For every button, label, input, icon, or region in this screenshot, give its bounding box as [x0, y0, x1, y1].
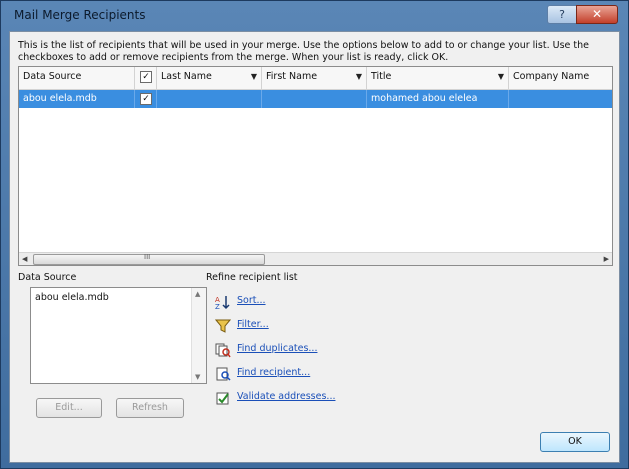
data-source-list[interactable]: abou elela.mdb ▲ ▼: [30, 287, 207, 384]
select-all-checkbox[interactable]: ✓: [140, 70, 152, 83]
refine-recipient-list-label: Refine recipient list: [206, 272, 298, 283]
cell-data-source: abou elela.mdb: [19, 90, 135, 108]
column-label-first-name: First Name: [266, 71, 318, 82]
cell-title: mohamed abou elelea: [367, 90, 509, 108]
scroll-right-icon[interactable]: ▶: [604, 253, 609, 265]
scroll-thumb[interactable]: III: [33, 253, 265, 265]
svg-text:Z: Z: [215, 303, 220, 310]
close-button[interactable]: ✕: [576, 5, 618, 24]
cell-company-name: [509, 90, 612, 108]
list-item[interactable]: abou elela.mdb: [35, 292, 109, 303]
column-label-data-source: Data Source: [23, 71, 82, 82]
scroll-grip-icon: III: [144, 253, 151, 261]
scroll-down-icon[interactable]: ▼: [195, 373, 200, 381]
sort-icon: A Z: [215, 296, 230, 310]
refresh-button[interactable]: Refresh: [116, 398, 184, 418]
recipients-grid: Data Source ✓ Last Name ▼ First Name ▼ T…: [18, 66, 613, 266]
cell-first-name: [262, 90, 367, 108]
vertical-scrollbar[interactable]: ▲ ▼: [191, 288, 206, 383]
validate-addresses-link-label[interactable]: Validate addresses...: [237, 391, 335, 402]
grid-header: Data Source ✓ Last Name ▼ First Name ▼ T…: [19, 67, 612, 90]
column-header-last-name[interactable]: Last Name ▼: [157, 67, 262, 89]
instructions-text: This is the list of recipients that will…: [18, 40, 589, 63]
column-header-company-name[interactable]: Company Name: [509, 67, 612, 89]
dropdown-arrow-icon[interactable]: ▼: [251, 67, 257, 87]
column-label-last-name: Last Name: [161, 71, 212, 82]
cell-last-name: [157, 90, 262, 108]
sort-link-label[interactable]: Sort...: [237, 295, 266, 306]
table-row[interactable]: abou elela.mdb ✓ mohamed abou elelea: [19, 90, 612, 108]
find-recipient-link-label[interactable]: Find recipient...: [237, 367, 310, 378]
find-duplicates-link-label[interactable]: Find duplicates...: [237, 343, 317, 354]
find-recipient-icon: [216, 367, 231, 381]
filter-link-label[interactable]: Filter...: [237, 319, 269, 330]
filter-icon: [215, 319, 231, 333]
dialog-body: This is the list of recipients that will…: [9, 31, 620, 463]
column-header-title[interactable]: Title ▼: [367, 67, 509, 89]
edit-button[interactable]: Edit...: [36, 398, 102, 418]
scroll-left-icon[interactable]: ◀: [22, 253, 27, 265]
scroll-up-icon[interactable]: ▲: [195, 290, 200, 298]
help-button[interactable]: ?: [547, 5, 577, 24]
dialog-window: Mail Merge Recipients ? ✕ This is the li…: [0, 0, 629, 469]
validate-addresses-icon: [216, 392, 229, 405]
data-source-label: Data Source: [18, 272, 77, 283]
dropdown-arrow-icon[interactable]: ▼: [356, 67, 362, 87]
dropdown-arrow-icon[interactable]: ▼: [498, 67, 504, 87]
horizontal-scrollbar[interactable]: ◀ III ▶: [19, 252, 612, 265]
column-header-first-name[interactable]: First Name ▼: [262, 67, 367, 89]
title-bar[interactable]: Mail Merge Recipients ? ✕: [1, 1, 628, 31]
row-include-checkbox[interactable]: ✓: [140, 92, 152, 105]
column-header-checkbox[interactable]: ✓: [135, 67, 157, 89]
column-label-title: Title: [371, 71, 392, 82]
column-header-data-source[interactable]: Data Source: [19, 67, 135, 89]
find-duplicates-icon: [215, 343, 231, 358]
cell-checkbox: ✓: [135, 90, 157, 108]
window-title: Mail Merge Recipients: [14, 8, 146, 22]
column-label-company-name: Company Name: [513, 71, 590, 82]
ok-button[interactable]: OK: [540, 432, 610, 452]
